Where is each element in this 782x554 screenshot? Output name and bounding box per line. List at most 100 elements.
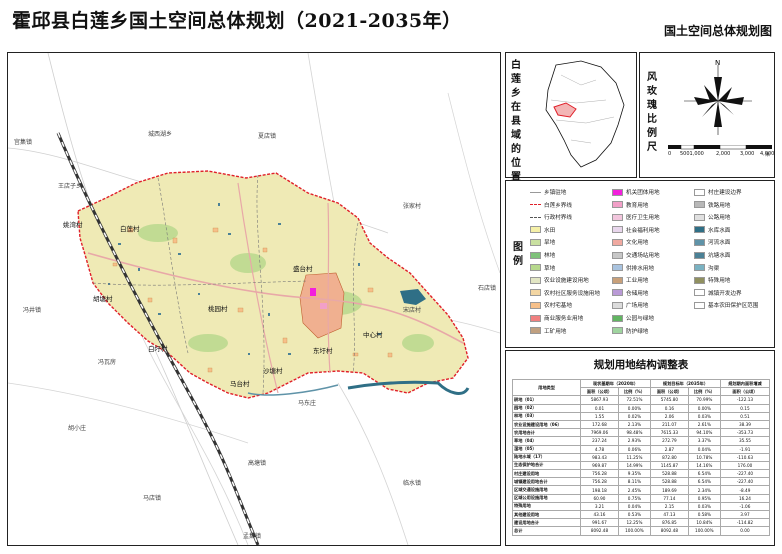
- legend-swatch: [530, 226, 541, 234]
- legend-label: 水库水面: [708, 227, 731, 234]
- table-cell: 0.51: [719, 411, 771, 421]
- table-cell: 528.88: [650, 477, 689, 487]
- place-label: 马东庄: [298, 400, 317, 407]
- land-use-table: 用地类型 现状基期年（2020年） 规划目标年（2035年） 规划期内面积增减 …: [511, 378, 771, 536]
- legend-label: 村庄建设边界: [708, 190, 742, 196]
- legend-item: 水田: [530, 225, 555, 235]
- legend-item: 乡镇驻地: [530, 187, 566, 197]
- legend-label: 防护绿地: [626, 328, 649, 335]
- table-row-label: 其他建设用地: [511, 509, 582, 520]
- table-cell: 7969.06: [580, 428, 619, 438]
- table-cell: 8.11%: [617, 477, 652, 487]
- table-cell: 10.84%: [687, 518, 721, 528]
- table-cell: 0.04%: [617, 501, 652, 512]
- table-row: 农用地合计 7969.06 98.48% 7615.33 94.10% -353.73: [511, 428, 771, 438]
- table-cell: 5867.93: [580, 395, 619, 405]
- legend-label: 工矿用地: [544, 328, 567, 335]
- village-label: 中心村: [363, 331, 383, 339]
- table-cell: 2.87: [650, 444, 689, 454]
- place-label: 张家村: [403, 203, 422, 210]
- table-cell: 8092.48: [650, 526, 689, 536]
- table-cell: 98.48%: [617, 428, 652, 438]
- table-cell: 189.69: [650, 485, 689, 495]
- table-cell: 0.03%: [687, 411, 721, 421]
- legend-label: 河流水面: [708, 240, 731, 247]
- village-label: 东圩村: [313, 347, 333, 355]
- legend-swatch: [694, 276, 705, 284]
- legend-swatch: [694, 188, 705, 196]
- table-cell: 35.55: [719, 436, 771, 446]
- legend-item: 工矿用地: [530, 326, 566, 336]
- legend-label: 沟渠: [708, 265, 720, 272]
- legend-swatch: [530, 251, 541, 259]
- legend-item: 农业设施建设用地: [530, 275, 589, 285]
- legend-item: 草地: [530, 263, 555, 273]
- table-row-label: 耕地（01）: [511, 395, 582, 405]
- table-row: 林地（03） 1.55 0.02% 2.06 0.03% 0.51: [511, 411, 771, 421]
- legend-item: 特殊用地: [694, 275, 730, 285]
- legend-item: 供排水用地: [612, 263, 654, 273]
- table-cell: 872.80: [650, 452, 689, 462]
- table-cell: 3.97: [719, 509, 771, 520]
- table-row: 其他建设用地 43.16 0.53% 47.13 0.58% 3.97: [511, 509, 771, 520]
- table-cell: 0.04%: [687, 444, 721, 454]
- village-label: 胡塘村: [93, 295, 113, 303]
- table-cell: 100.00%: [687, 526, 721, 536]
- legend-label: 社会福利用地: [626, 227, 660, 234]
- legend-swatch: [612, 276, 623, 284]
- legend-label: 供排水用地: [626, 265, 654, 272]
- legend-item: 公园与绿地: [612, 313, 654, 323]
- legend-swatch: [694, 251, 705, 259]
- table-cell: 11.25%: [617, 452, 652, 462]
- table-cell: 211.07: [650, 419, 689, 430]
- legend-item: 交通场站用地: [612, 250, 660, 260]
- main-map[interactable]: 宫集镇 城西湖乡 夏店镇 张家村 石店镇 王店子乡 宋店村 冯井镇 冯瓦房 胡小…: [7, 52, 501, 546]
- table-cell: 756.28: [580, 477, 619, 487]
- place-label: 宋店村: [403, 307, 422, 314]
- legend-label: 农村社区服务设施用地: [544, 290, 600, 297]
- place-label: 孟集镇: [243, 533, 262, 540]
- legend-swatch: [530, 314, 541, 322]
- table-cell: -114.82: [719, 518, 771, 528]
- header: 霍邱县白莲乡国土空间总体规划（2021-2035年） 国土空间总体规划图: [0, 0, 782, 40]
- table-cell: 77.14: [650, 493, 689, 503]
- legend-item: 商业服务业用地: [530, 313, 583, 323]
- table-cell: 10.78%: [687, 452, 721, 462]
- legend-item: 林地: [530, 250, 555, 260]
- table-panel: 规划用地结构调整表 用地类型 现状基期年（2020年） 规划目标年（2035年）…: [505, 350, 775, 546]
- table-cell: 6.54%: [687, 469, 721, 479]
- legend-label: 农业设施建设用地: [544, 278, 589, 285]
- wind-rose: N: [684, 59, 752, 135]
- legend-item: 沟渠: [694, 263, 719, 273]
- legend-swatch: [530, 204, 541, 206]
- legend-item: 基本农田保护区范围: [694, 300, 758, 310]
- table-cell: 0.58%: [687, 509, 721, 520]
- table-cell: 9.35%: [617, 469, 652, 479]
- legend-swatch: [612, 301, 623, 309]
- legend-swatch: [530, 276, 541, 284]
- table-cell: 5745.80: [650, 395, 689, 405]
- table-cell: 0.02%: [617, 411, 652, 421]
- village-label: 白圩村: [148, 345, 168, 353]
- table-row-label: 总计: [511, 526, 582, 536]
- table-cell: 237.24: [580, 436, 619, 446]
- table-cell: 2.34%: [687, 485, 721, 495]
- legend-item: 仓储用地: [612, 288, 648, 298]
- forest-patch: [138, 224, 178, 242]
- table-cell: 47.13: [650, 509, 689, 520]
- table-cell: 0.01: [580, 403, 619, 413]
- legend-swatch: [694, 289, 705, 297]
- legend-item: 广场用地: [612, 300, 648, 310]
- village-label: 姚湾村: [63, 221, 83, 229]
- table-cell: 12.25%: [617, 518, 652, 528]
- legend-swatch: [694, 238, 705, 246]
- table-cell: 8092.48: [580, 526, 619, 536]
- table-cell: 94.10%: [687, 428, 721, 438]
- table-row-label: 城镇建设用地合计: [511, 477, 582, 487]
- table-cell: 2.93%: [617, 436, 652, 446]
- legend-swatch: [694, 264, 705, 272]
- table-cell: 2.61%: [687, 419, 721, 430]
- table-cell: 4.78: [580, 444, 619, 454]
- table-cell: 172.68: [580, 419, 619, 430]
- legend-label: 文化用地: [626, 240, 649, 247]
